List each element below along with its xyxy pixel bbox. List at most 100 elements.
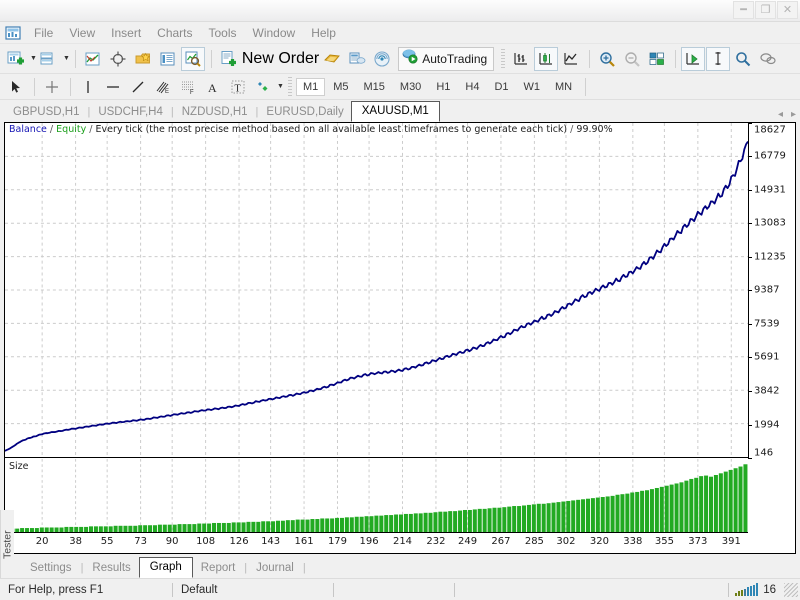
timeframe-m1[interactable]: M1 [295,77,326,96]
candlestick-chart-icon[interactable] [534,46,559,71]
legend-balance: Balance [9,124,47,135]
chart-tab-nzdusd-h1[interactable]: NZDUSD,H1 [175,103,255,122]
vertical-line-icon[interactable] [76,75,100,99]
chat-icon[interactable] [756,47,780,71]
tester-tab-graph[interactable]: Graph [138,557,193,578]
chart-tab-usdchf-h4[interactable]: USDCHF,H4 [91,103,170,122]
timeframe-m30[interactable]: M30 [393,78,428,96]
x-axis-label: 285 [524,536,544,547]
menu-item-help[interactable]: Help [303,23,344,43]
chevron-right-icon[interactable]: ▸ [791,109,796,120]
signal-bar [750,586,753,596]
menu-item-tools[interactable]: Tools [201,23,245,43]
minimize-button[interactable]: ━ [733,1,754,19]
timeframe-d1[interactable]: D1 [487,78,515,96]
auto-scroll-icon[interactable] [706,46,731,71]
toolbar-separator [34,77,35,96]
line-chart-icon[interactable] [559,47,583,71]
tester-tab-settings[interactable]: Settings [22,559,80,578]
balance-equity-pane[interactable] [5,123,748,458]
y-axis-tick [749,290,752,292]
crosshair-icon[interactable] [106,47,130,71]
timeframe-mn[interactable]: MN [548,78,579,96]
volume-pane[interactable]: Size [5,459,748,532]
timeframe-m5[interactable]: M5 [326,78,355,96]
zoom-in-icon[interactable] [595,47,619,71]
x-axis-label: 373 [688,536,708,547]
signal-bar [741,589,744,596]
timeframe-h1[interactable]: H1 [429,78,457,96]
timeframe-w1[interactable]: W1 [517,78,548,96]
text-label-icon[interactable]: T [226,75,250,99]
toolbar-separator [210,49,212,68]
horizontal-line-icon[interactable] [101,75,125,99]
terminal-icon[interactable] [156,47,180,71]
status-connection[interactable]: 16 [728,579,800,600]
new-order-label[interactable]: New Order [242,47,319,71]
equidistant-channel-icon[interactable]: E [151,75,175,99]
y-axis-label: 5691 [754,351,780,363]
signal-bar [738,591,741,596]
y-axis-tick [749,357,752,359]
signals-icon[interactable] [370,47,394,71]
indicators-icon[interactable] [81,47,105,71]
new-chart-dropdown-icon[interactable]: ▼ [30,55,37,62]
gold-icon[interactable] [320,47,344,71]
restore-button[interactable]: ❐ [755,1,776,19]
timeframe-m15[interactable]: M15 [357,78,392,96]
chart-shift-icon[interactable] [681,46,706,71]
timeframe-h4[interactable]: H4 [458,78,486,96]
tester-tab-report[interactable]: Report [193,559,244,578]
new-order-icon[interactable] [217,47,241,71]
x-axis-label: 320 [589,536,609,547]
strategy-tester-graph[interactable]: Balance / Equity / Every tick (the most … [4,122,796,554]
text-icon[interactable]: A [201,75,225,99]
chart-tab-xauusd-m1[interactable]: XAUUSD,M1 [350,101,440,122]
connection-strength-icon [735,583,759,596]
expert-advisors-icon[interactable] [131,47,155,71]
autotrading-button[interactable]: AutoTrading [398,46,495,71]
tester-tab-journal[interactable]: Journal [248,559,302,578]
x-axis-label: 55 [100,536,114,547]
shapes-dropdown-icon[interactable]: ▼ [277,83,284,90]
shapes-icon[interactable] [251,75,275,99]
new-chart-icon[interactable] [4,47,28,71]
title-bar: ━ ❐ ✕ [0,0,800,22]
autotrading-label: AutoTrading [422,51,488,66]
chart-profiles-dropdown-icon[interactable]: ▼ [63,55,70,62]
x-axis-label: 338 [623,536,643,547]
y-axis-tick [749,424,752,426]
crosshair-icon[interactable] [40,75,64,99]
toolbar-grip[interactable] [287,76,292,97]
chevron-left-icon[interactable]: ◂ [778,109,783,120]
tile-windows-icon[interactable] [645,47,669,71]
toolbar-separator [675,49,677,68]
cursor-icon[interactable] [4,75,28,99]
toolbar-separator [70,77,71,96]
strategy-tester-icon[interactable] [180,46,205,71]
bar-chart-icon[interactable] [509,47,533,71]
balance-curve-svg [5,123,748,457]
metaquotes-id-icon[interactable] [345,47,369,71]
menu-item-view[interactable]: View [61,23,103,43]
x-axis-label: 214 [392,536,413,547]
menu-item-window[interactable]: Window [245,23,304,43]
x-axis-label: 108 [196,536,216,547]
chart-tab-eurusd-daily[interactable]: EURUSD,Daily [259,103,350,122]
fibonacci-icon[interactable]: F [176,75,200,99]
chart-profiles-icon[interactable] [37,47,61,71]
legend-separator-3: / [570,124,574,135]
x-axis-label: 302 [556,536,576,547]
resize-grip[interactable] [784,582,798,597]
x-axis-label: 38 [69,536,82,547]
menu-item-file[interactable]: File [26,23,61,43]
tester-tab-results[interactable]: Results [84,559,138,578]
menu-item-insert[interactable]: Insert [103,23,149,43]
zoom-out-icon[interactable] [620,47,644,71]
trendline-icon[interactable] [126,75,150,99]
close-button[interactable]: ✕ [777,1,798,19]
find-icon[interactable] [731,47,755,71]
chart-tab-gbpusd-h1[interactable]: GBPUSD,H1 [6,103,86,122]
toolbar-grip[interactable] [501,48,506,69]
menu-item-charts[interactable]: Charts [149,23,200,43]
